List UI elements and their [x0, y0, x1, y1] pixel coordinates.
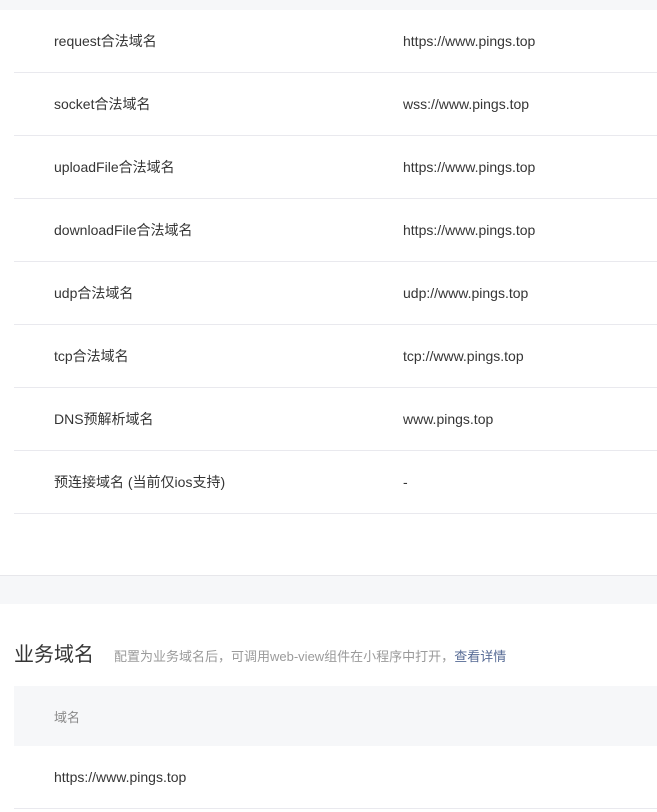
section-title: 业务域名: [14, 644, 94, 666]
table-row: 预连接域名 (当前仅ios支持) -: [14, 451, 657, 514]
table-row: downloadFile合法域名 https://www.pings.top: [14, 199, 657, 262]
view-details-link[interactable]: 查看详情: [454, 646, 506, 665]
table-row: request合法域名 https://www.pings.top: [14, 10, 657, 73]
domain-type-label: udp合法域名: [54, 285, 134, 301]
table-row: uploadFile合法域名 https://www.pings.top: [14, 136, 657, 199]
domain-type-label: socket合法域名: [54, 96, 151, 112]
domain-value: tcp://www.pings.top: [403, 348, 524, 364]
section-description: 配置为业务域名后，可调用web-view组件在小程序中打开，: [114, 649, 455, 664]
business-domain-card: 业务域名 配置为业务域名后，可调用web-view组件在小程序中打开， 查看详情…: [0, 604, 657, 812]
domain-type-label: tcp合法域名: [54, 348, 129, 364]
top-background-strip: [0, 0, 657, 10]
business-domain-table: 域名 https://www.pings.top: [14, 686, 657, 809]
domain-value: https://www.pings.top: [403, 222, 536, 238]
domain-value: https://www.pings.top: [403, 33, 536, 49]
section-gap: [0, 576, 657, 604]
table-row: tcp合法域名 tcp://www.pings.top: [14, 325, 657, 388]
server-domain-card: request合法域名 https://www.pings.top socket…: [0, 10, 657, 576]
table-row: socket合法域名 wss://www.pings.top: [14, 73, 657, 136]
domain-value: https://www.pings.top: [403, 159, 536, 175]
business-domain-value: https://www.pings.top: [54, 769, 187, 785]
domain-value: wss://www.pings.top: [403, 96, 530, 112]
column-header-domain: 域名: [54, 709, 81, 725]
domain-value: udp://www.pings.top: [403, 285, 529, 301]
business-domain-header: 业务域名 配置为业务域名后，可调用web-view组件在小程序中打开， 查看详情: [0, 604, 657, 686]
table-row: udp合法域名 udp://www.pings.top: [14, 262, 657, 325]
server-domain-table: request合法域名 https://www.pings.top socket…: [14, 10, 657, 514]
domain-value: -: [403, 474, 408, 490]
domain-type-label: downloadFile合法域名: [54, 222, 193, 238]
table-header: 域名: [14, 686, 657, 746]
domain-type-label: request合法域名: [54, 33, 157, 49]
domain-value: www.pings.top: [403, 411, 494, 427]
domain-type-label: DNS预解析域名: [54, 411, 154, 427]
table-row: https://www.pings.top: [14, 746, 657, 809]
domain-type-label: uploadFile合法域名: [54, 159, 175, 175]
domain-type-label: 预连接域名 (当前仅ios支持): [54, 474, 226, 490]
table-row: DNS预解析域名 www.pings.top: [14, 388, 657, 451]
